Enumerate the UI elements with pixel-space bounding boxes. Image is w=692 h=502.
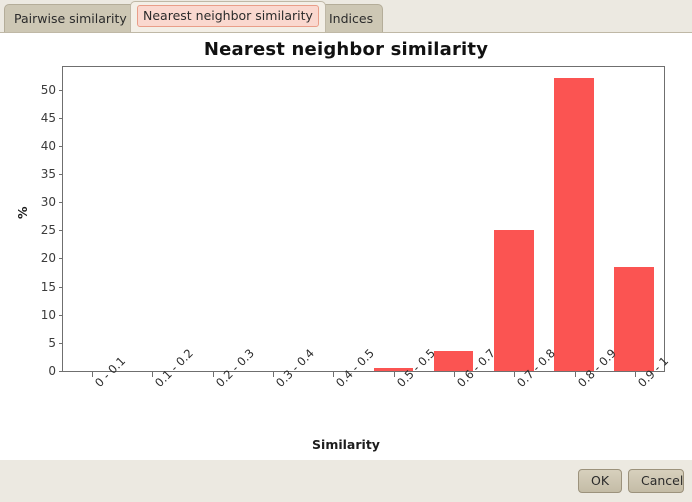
tab-label: Pairwise similarity bbox=[14, 11, 127, 26]
y-axis-tick-label: 35 bbox=[41, 167, 64, 181]
bar-cell bbox=[63, 67, 123, 371]
x-axis-label: Similarity bbox=[312, 437, 380, 452]
tab-pairwise-similarity[interactable]: Pairwise similarity bbox=[4, 4, 137, 32]
x-axis-tick-mark bbox=[212, 372, 214, 377]
bar-cell bbox=[604, 67, 664, 371]
x-axis-tick: 0.9 - 1 bbox=[605, 354, 671, 390]
y-axis-tick-label: 30 bbox=[41, 195, 64, 209]
y-axis-tick-label: 15 bbox=[41, 280, 64, 294]
x-axis-tick-mark bbox=[574, 372, 576, 377]
x-axis-tick: 0.7 - 0.8 bbox=[484, 346, 558, 390]
tab-nearest-neighbor-similarity[interactable]: Nearest neighbor similarity bbox=[130, 1, 326, 32]
x-axis-tick-mark bbox=[634, 372, 636, 377]
x-axis-tick-mark bbox=[152, 372, 154, 377]
tab-label: Indices bbox=[329, 11, 374, 26]
y-axis-label: % bbox=[15, 206, 30, 219]
y-axis-tick-label: 25 bbox=[41, 223, 64, 237]
chart-panel: Nearest neighbor similarity % 0 5 10 15 20 25… bbox=[0, 32, 692, 460]
bar-cell bbox=[424, 67, 484, 371]
x-axis-tick: 0.8 - 0.9 bbox=[544, 346, 618, 390]
x-axis-tick-mark bbox=[92, 372, 94, 377]
y-axis-tick-label: 20 bbox=[41, 251, 64, 265]
y-axis-tick-label: 40 bbox=[41, 139, 64, 153]
bar bbox=[493, 230, 534, 371]
tab-bar: Pairwise similarity Nearest neighbor sim… bbox=[0, 0, 692, 33]
x-axis-tick: 0.6 - 0.7 bbox=[424, 346, 498, 390]
chart-title: Nearest neighbor similarity bbox=[203, 39, 489, 60]
bar bbox=[553, 78, 594, 371]
x-axis-ticks: 0 - 0.1 0.1 - 0.2 0.2 - 0.3 0.3 - 0.4 0.4 - … bbox=[62, 346, 671, 390]
x-axis-tick: 0.3 - 0.4 bbox=[243, 346, 317, 390]
bar-cell bbox=[243, 67, 303, 371]
x-axis-tick-mark bbox=[453, 372, 455, 377]
bar-cell bbox=[544, 67, 604, 371]
x-axis-tick: 0.4 - 0.5 bbox=[303, 346, 377, 390]
plot-area: 0 5 10 15 20 25 30 35 40 45 50 bbox=[41, 66, 665, 378]
y-axis-tick-label: 50 bbox=[41, 83, 64, 97]
cancel-button[interactable]: Cancel bbox=[628, 469, 684, 493]
x-axis-tick: 0.5 - 0.5 bbox=[363, 346, 437, 390]
y-axis-tick-label: 5 bbox=[48, 336, 63, 350]
x-axis-tick-mark bbox=[514, 372, 516, 377]
tab-indices[interactable]: Indices bbox=[319, 4, 384, 32]
bar-cell bbox=[484, 67, 544, 371]
bar-cell bbox=[183, 67, 243, 371]
dialog-button-bar: OK Cancel bbox=[0, 460, 692, 502]
y-axis-tick-label: 0 bbox=[48, 364, 63, 378]
x-axis-tick-mark bbox=[393, 372, 395, 377]
bar bbox=[614, 266, 654, 371]
y-axis-tick-label: 10 bbox=[41, 308, 64, 322]
x-axis-tick: 0 - 0.1 bbox=[62, 354, 128, 390]
bar-cell bbox=[363, 67, 423, 371]
tab-label: Nearest neighbor similarity bbox=[137, 5, 319, 27]
y-axis-tick-label: 45 bbox=[41, 111, 64, 125]
x-axis-tick: 0.2 - 0.3 bbox=[183, 346, 257, 390]
bar-cell bbox=[303, 67, 363, 371]
x-axis-tick-mark bbox=[273, 372, 275, 377]
x-axis-tick-mark bbox=[333, 372, 335, 377]
ok-button[interactable]: OK bbox=[578, 469, 622, 493]
x-axis-tick: 0.1 - 0.2 bbox=[122, 346, 196, 390]
bar-cell bbox=[123, 67, 183, 371]
bar-series bbox=[63, 67, 664, 371]
